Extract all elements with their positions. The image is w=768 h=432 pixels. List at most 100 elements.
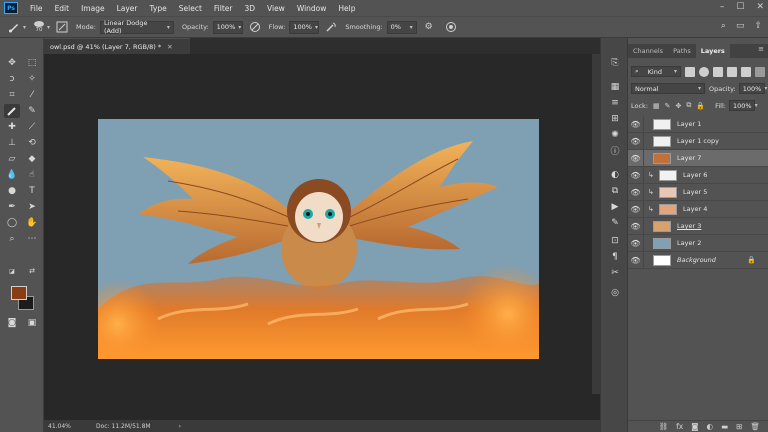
info-panel-icon[interactable]: ⓘ — [608, 144, 622, 157]
actions-panel-icon[interactable]: ▶ — [608, 200, 622, 213]
history-panel-icon[interactable]: ⎘ — [608, 56, 622, 69]
quick-mask-icon[interactable]: ◙ — [4, 316, 20, 330]
visibility-eye-icon[interactable]: 👁 — [628, 251, 644, 269]
document-tab[interactable]: owl.psd @ 41% (Layer 7, RGB/8) * ✕ — [44, 38, 190, 54]
layer-name[interactable]: Layer 1 copy — [677, 137, 719, 145]
eyedropper-tool-icon[interactable]: ⁄ — [24, 88, 40, 102]
swap-colors-icon[interactable]: ⇄ — [24, 264, 40, 278]
pen-tool-icon[interactable]: ✒ — [4, 200, 20, 214]
brush-preset-picker[interactable]: 70 — [34, 21, 45, 33]
path-selection-tool-icon[interactable]: ➤ — [24, 200, 40, 214]
visibility-eye-icon[interactable]: 👁 — [628, 200, 644, 218]
pressure-size-icon[interactable] — [445, 21, 457, 33]
filter-toggle-icon[interactable] — [755, 66, 765, 77]
mode-select[interactable]: Linear Dodge (Add) ▾ — [99, 19, 174, 35]
smoothing-options-gear-icon[interactable]: ⚙ — [423, 21, 435, 33]
blur-tool-icon[interactable]: 💧 — [4, 168, 20, 182]
brush-tool-active-icon[interactable] — [4, 104, 20, 118]
opacity-field[interactable]: 100% ▾ — [212, 20, 243, 34]
menu-help[interactable]: Help — [332, 4, 361, 13]
type-tool-icon[interactable]: T — [24, 184, 40, 198]
lasso-tool-icon[interactable]: ↄ — [4, 72, 20, 86]
crop-tool-icon[interactable]: ⌗ — [4, 88, 20, 102]
swatches-panel-icon[interactable]: ▦ — [608, 80, 622, 93]
blend-mode-select[interactable]: Normal ▾ — [631, 83, 705, 94]
new-layer-icon[interactable]: ⊞ — [736, 422, 742, 431]
zoom-level[interactable]: 41.04% — [44, 423, 84, 430]
brush-settings-panel-icon[interactable]: ✎ — [608, 216, 622, 229]
layer-row[interactable]: 👁 Layer 1 copy — [628, 132, 768, 150]
adjustments-panel-icon[interactable]: ≡ — [608, 96, 622, 109]
visibility-eye-icon[interactable]: 👁 — [628, 149, 644, 167]
healing-brush-tool-icon[interactable]: ✚ — [4, 120, 20, 134]
new-group-icon[interactable]: ▬ — [721, 422, 728, 431]
filter-adjustment-icon[interactable] — [699, 66, 709, 77]
menu-3d[interactable]: 3D — [238, 4, 261, 13]
layer-name[interactable]: Layer 4 — [683, 205, 707, 213]
layer-row[interactable]: 👁 ↳ Layer 4 — [628, 200, 768, 218]
canvas-image[interactable] — [98, 119, 539, 359]
layer-name[interactable]: Layer 6 — [683, 171, 707, 179]
delete-layer-icon[interactable]: 🗑 — [750, 422, 760, 431]
ellipse-tool-icon[interactable]: ◯ — [4, 216, 20, 230]
layer-thumbnail[interactable] — [659, 169, 677, 181]
menu-edit[interactable]: Edit — [49, 4, 76, 13]
layer-thumbnail[interactable] — [653, 220, 671, 232]
layer-thumbnail[interactable] — [659, 203, 677, 215]
visibility-eye-icon[interactable]: 👁 — [628, 166, 644, 184]
maximize-icon[interactable]: ☐ — [736, 2, 744, 12]
more-tools-icon[interactable]: ⋯ — [24, 232, 40, 246]
filter-smart-object-icon[interactable] — [741, 66, 751, 77]
filter-shape-icon[interactable] — [727, 66, 737, 77]
tool-presets-panel-icon[interactable]: ✂ — [608, 266, 622, 279]
clone-stamp-tool-icon[interactable]: ⊥ — [4, 136, 20, 150]
workspace-icon[interactable]: ▭ — [736, 21, 745, 31]
pressure-opacity-icon[interactable] — [249, 21, 261, 33]
lock-artboard-icon[interactable]: ⧉ — [686, 101, 691, 110]
layer-thumbnail[interactable] — [653, 135, 671, 147]
vertical-scrollbar[interactable] — [592, 54, 600, 394]
smoothing-field[interactable]: 0% ▾ — [386, 20, 417, 34]
hand-tool-icon[interactable]: ✋ — [24, 216, 40, 230]
lock-transparent-icon[interactable]: ▦ — [653, 102, 660, 110]
history-brush-tool-icon[interactable]: ⟲ — [24, 136, 40, 150]
marquee-tool-icon[interactable]: ⬚ — [24, 56, 40, 70]
menu-image[interactable]: Image — [75, 4, 111, 13]
smudge-tool-icon[interactable]: ☝ — [24, 168, 40, 182]
libraries-panel-icon[interactable]: ◎ — [608, 286, 622, 299]
layer-name[interactable]: Layer 2 — [677, 239, 701, 247]
layer-row[interactable]: 👁 ↳ Layer 5 — [628, 183, 768, 201]
layer-style-fx-icon[interactable]: fx — [676, 422, 683, 431]
menu-filter[interactable]: Filter — [208, 4, 239, 13]
dodge-tool-icon[interactable]: ● — [4, 184, 20, 198]
brush-settings-icon[interactable] — [56, 21, 68, 33]
airbrush-icon[interactable] — [325, 21, 337, 33]
visibility-eye-icon[interactable]: 👁 — [628, 217, 644, 235]
magic-wand-tool-icon[interactable]: ✧ — [24, 72, 40, 86]
paragraph-panel-icon[interactable]: ¶ — [608, 250, 622, 263]
menu-type[interactable]: Type — [144, 4, 173, 13]
mixer-brush-tool-icon[interactable]: ⟋ — [24, 120, 40, 134]
layer-thumbnail[interactable] — [653, 254, 671, 266]
menu-file[interactable]: File — [24, 4, 49, 13]
layer-name[interactable]: Layer 5 — [683, 188, 707, 196]
layer-thumbnail[interactable] — [653, 152, 671, 164]
status-menu-arrow-icon[interactable]: › — [151, 423, 181, 430]
brushes-panel-icon[interactable]: ✺ — [608, 128, 622, 141]
lock-all-icon[interactable]: 🔒 — [696, 102, 705, 110]
new-adjustment-layer-icon[interactable]: ◐ — [707, 422, 714, 431]
minimize-icon[interactable]: – — [720, 2, 725, 12]
layer-filter-select[interactable]: ⌕ Kind ▾ — [631, 66, 681, 77]
layer-thumbnail[interactable] — [659, 186, 677, 198]
tab-layers[interactable]: Layers — [695, 44, 730, 58]
layer-row[interactable]: 👁 Layer 1 — [628, 115, 768, 133]
menu-view[interactable]: View — [261, 4, 291, 13]
layer-row[interactable]: 👁 Background 🔒 — [628, 251, 768, 269]
menu-select[interactable]: Select — [173, 4, 208, 13]
layer-row[interactable]: 👁 Layer 2 — [628, 234, 768, 252]
layer-row[interactable]: 👁 Layer 7 — [628, 149, 768, 167]
paint-bucket-tool-icon[interactable]: ◆ — [24, 152, 40, 166]
flow-field[interactable]: 100% ▾ — [289, 20, 320, 34]
lock-image-icon[interactable]: ✎ — [665, 102, 671, 110]
fill-field[interactable]: 100% ▾ — [728, 100, 758, 111]
